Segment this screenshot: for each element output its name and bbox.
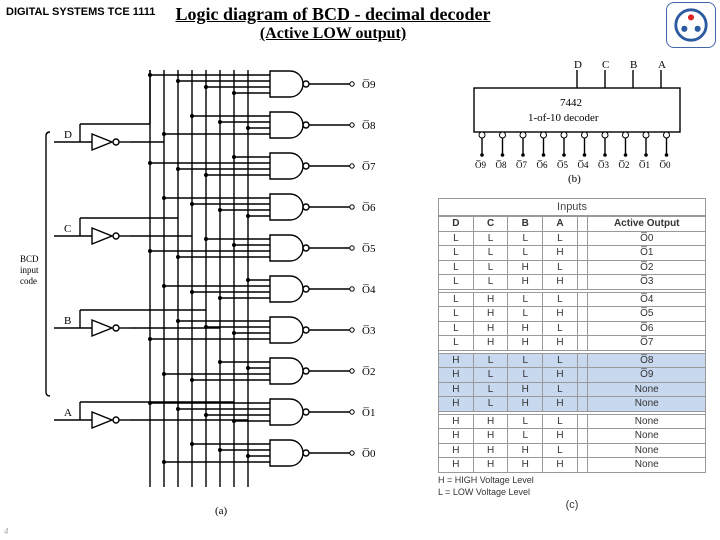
- block-diagram-b: .w{stroke:#000;stroke-width:1.4;fill:non…: [446, 58, 706, 188]
- input-label-B: B: [64, 315, 71, 327]
- table-row: LHHLO̅6: [439, 321, 706, 336]
- svg-text:O̅5: O̅5: [557, 160, 568, 170]
- gate-output-label: O̅6: [362, 202, 376, 214]
- truth-table: D C B A Active Output LLLLO̅0LLLHO̅1LLHL…: [438, 216, 706, 473]
- gate-output-label: O̅3: [362, 325, 376, 337]
- table-row: HHLHNone: [439, 429, 706, 444]
- col-A: A: [543, 217, 578, 232]
- table-row: HHLLNone: [439, 414, 706, 429]
- gate-output-label: O̅1: [362, 407, 375, 419]
- svg-text:B: B: [630, 59, 637, 71]
- svg-text:O̅8: O̅8: [496, 160, 507, 170]
- svg-text:D: D: [574, 59, 582, 71]
- table-row: LLHHO̅3: [439, 275, 706, 290]
- input-label-A: A: [64, 407, 72, 419]
- bcd-label-2: input: [20, 265, 39, 275]
- table-title: Inputs: [438, 198, 706, 216]
- svg-text:O̅2: O̅2: [619, 160, 630, 170]
- legend-low: L = LOW Voltage Level: [438, 487, 706, 497]
- institution-logo: [666, 2, 716, 48]
- caption-c: (c): [438, 499, 706, 511]
- gate-output-label: O̅2: [362, 366, 375, 378]
- col-B: B: [508, 217, 543, 232]
- col-C: C: [473, 217, 508, 232]
- gate-output-label: O̅0: [362, 448, 376, 460]
- table-row: HHHLNone: [439, 443, 706, 458]
- gate-output-label: O̅5: [362, 243, 376, 255]
- svg-text:A: A: [658, 59, 666, 71]
- table-row: HLHHNone: [439, 397, 706, 412]
- chip-body: [474, 88, 680, 132]
- input-label-C: C: [64, 223, 71, 235]
- svg-text:O̅9: O̅9: [475, 160, 486, 170]
- logic-diagram-a: .w { stroke:#000; stroke-width:1.4; fill…: [20, 62, 425, 530]
- col-out: Active Output: [588, 217, 706, 232]
- svg-text:C: C: [602, 59, 609, 71]
- nand-gate-bank: O̅9 O̅8 O̅7 O̅6 O̅5 O̅4 O̅3 O̅2 O̅1 O̅0: [148, 71, 376, 466]
- svg-text:O̅3: O̅3: [598, 160, 609, 170]
- table-row: HHHHNone: [439, 458, 706, 473]
- table-row: LLLLO̅0: [439, 231, 706, 246]
- course-code: DIGITAL SYSTEMS TCE 1111: [6, 6, 155, 18]
- table-row: LHLLO̅4: [439, 292, 706, 307]
- slide-number: 4: [4, 527, 8, 536]
- gate-output-label: O̅9: [362, 79, 376, 91]
- input-label-D: D: [64, 129, 72, 141]
- chip-label-2: 1-of-10 decoder: [528, 112, 599, 124]
- chip-outputs: O̅9 O̅8 O̅7 O̅6 O̅5 O̅4 O̅3 O̅2 O̅1 O̅0: [475, 132, 671, 170]
- slide-header: DIGITAL SYSTEMS TCE 1111 Logic diagram o…: [6, 4, 660, 43]
- table-row: LHLHO̅5: [439, 307, 706, 322]
- truth-table-c: Inputs D C B A Active Output LLLLO̅0LLLH…: [438, 198, 706, 511]
- page-subtitle: (Active LOW output): [6, 25, 660, 43]
- chip-top-inputs: D C B A: [574, 59, 666, 88]
- svg-text:O̅0: O̅0: [660, 160, 671, 170]
- caption-a: (a): [215, 505, 228, 517]
- table-row: LLLHO̅1: [439, 246, 706, 261]
- svg-text:O̅7: O̅7: [516, 160, 527, 170]
- table-row: HLLLO̅8: [439, 353, 706, 368]
- chip-label-1: 7442: [560, 97, 582, 109]
- svg-text:O̅1: O̅1: [639, 160, 650, 170]
- bcd-label-1: BCD: [20, 254, 39, 264]
- gate-output-label: O̅8: [362, 120, 376, 132]
- caption-b: (b): [568, 173, 581, 185]
- bcd-label-3: code: [20, 276, 37, 286]
- gate-output-label: O̅7: [362, 161, 376, 173]
- table-row: LLHLO̅2: [439, 260, 706, 275]
- table-row: HLHLNone: [439, 382, 706, 397]
- col-D: D: [439, 217, 474, 232]
- table-row: LHHHO̅7: [439, 336, 706, 351]
- svg-text:O̅6: O̅6: [537, 160, 548, 170]
- table-row: HLLHO̅9: [439, 368, 706, 383]
- gate-output-label: O̅4: [362, 284, 376, 296]
- legend-high: H = HIGH Voltage Level: [438, 475, 706, 485]
- svg-text:O̅4: O̅4: [578, 160, 589, 170]
